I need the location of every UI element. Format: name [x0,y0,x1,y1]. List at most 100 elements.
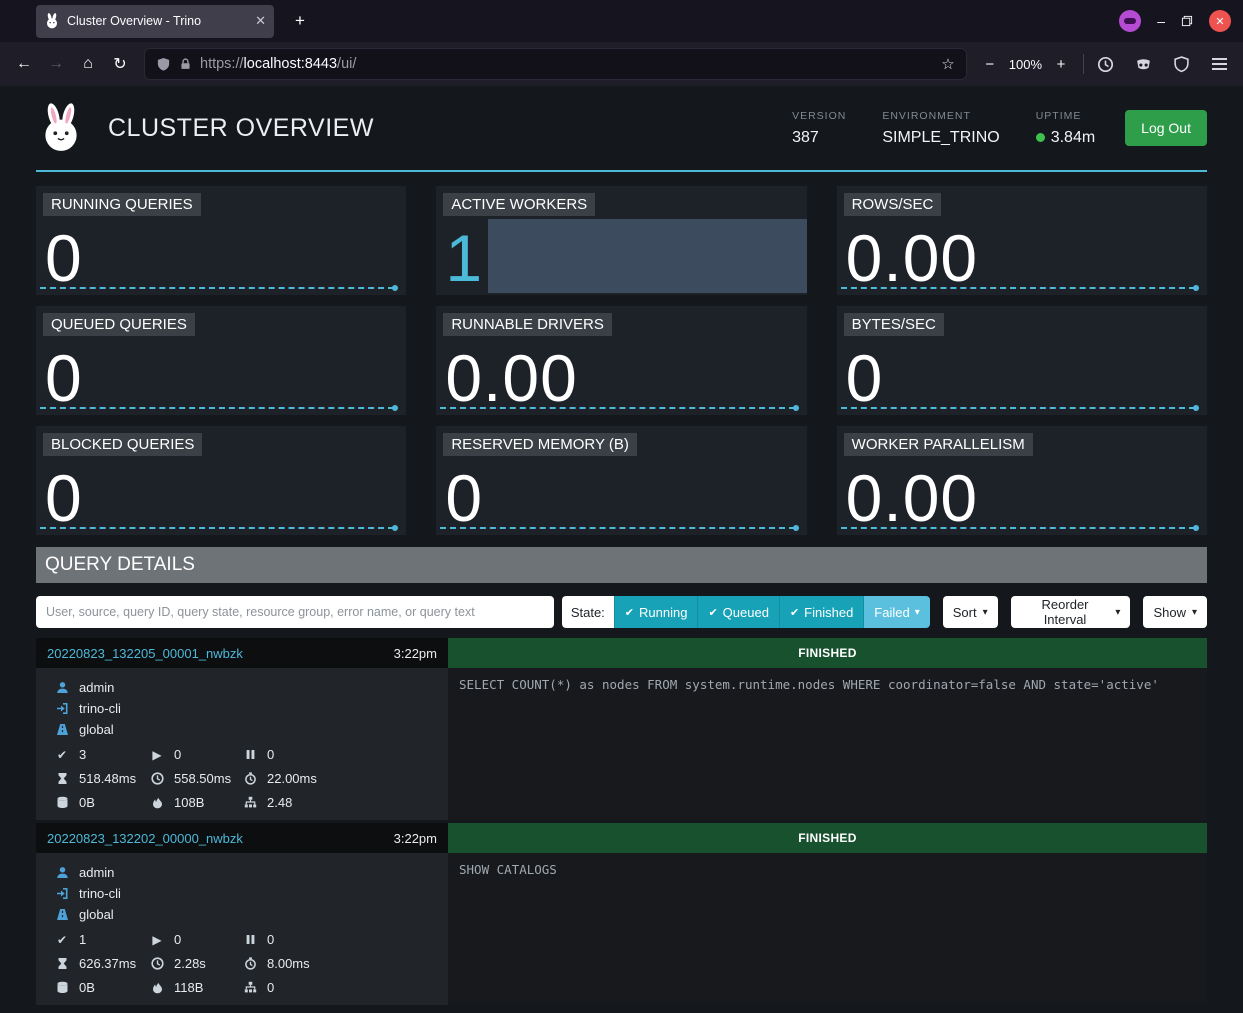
cpu-time: 22.00ms [267,771,317,786]
version-info: VERSION 387 [792,110,846,147]
history-icon[interactable] [1091,50,1119,78]
query-row-body: admin trino-cli global ✔3 ▶0 0 518.48ms … [36,668,1207,820]
stat-tile-worker-parallelism: WORKER PARALLELISM 0.00 [837,426,1207,535]
check-icon: ✔ [708,606,717,619]
query-time: 3:22pm [394,831,437,846]
stat-label: ACTIVE WORKERS [443,193,595,216]
stat-value: 0 [45,227,83,290]
filter-failed-dropdown[interactable]: Failed ▾ [863,596,929,628]
window-close-button[interactable]: ✕ [1209,10,1231,32]
stat-label: QUEUED QUERIES [43,313,195,336]
back-button[interactable]: ← [8,48,40,80]
elapsed-time-icon [54,772,70,785]
chevron-down-icon: ▾ [983,607,988,618]
query-id-link[interactable]: 20220823_132205_00001_nwbzk [47,646,243,661]
new-tab-button[interactable]: + [286,7,314,35]
sparkline [40,527,394,529]
extension-mask-icon[interactable] [1129,50,1157,78]
query-status-badge: FINISHED [448,823,1207,853]
logout-button[interactable]: Log Out [1125,110,1207,146]
environment-info: ENVIRONMENT SIMPLE_TRINO [882,110,999,147]
user-icon [54,866,70,879]
running-splits: 0 [174,747,181,762]
trino-cluster-overview-page: CLUSTER OVERVIEW VERSION 387 ENVIRONMENT… [0,86,1243,1013]
sparkline [40,407,394,409]
query-id-link[interactable]: 20220823_132202_00000_nwbzk [47,831,243,846]
running-splits: 0 [174,932,181,947]
uptime-status-dot [1036,133,1045,142]
uptime-info: UPTIME 3.84m [1036,110,1095,147]
stat-tile-active-workers: ACTIVE WORKERS 1 [436,186,806,295]
zoom-in-button[interactable]: + [1050,53,1072,75]
uptime-value: 3.84m [1051,129,1095,147]
cumulative-memory-icon [242,796,258,809]
shield-icon [156,57,171,72]
extension-badge-icon[interactable] [1119,10,1141,32]
query-source: trino-cli [79,886,121,901]
stat-label: BLOCKED QUERIES [43,433,202,456]
zoom-out-button[interactable]: − [979,53,1001,75]
stat-value: 0 [45,467,83,530]
reorder-interval-dropdown[interactable]: Reorder Interval ▾ [1011,596,1131,628]
query-row-header: 20220823_132205_00001_nwbzk 3:22pm FINIS… [36,638,1207,668]
stat-value: 1 [445,227,483,290]
stat-label: BYTES/SEC [844,313,944,336]
reload-button[interactable]: ↻ [104,48,136,80]
chevron-down-icon: ▾ [1115,607,1120,618]
query-sql-panel: SHOW CATALOGS [448,853,1207,1005]
forward-button: → [40,48,72,80]
url-text: https://localhost:8443/ui/ [200,56,356,72]
browser-nav-bar: ← → ⌂ ↻ https://localhost:8443/ui/ ☆ − 1… [0,42,1243,86]
total-time: 2.28s [174,956,206,971]
cumulative-memory-icon [242,981,258,994]
query-time: 3:22pm [394,646,437,661]
cpu-time-icon [242,772,258,785]
trino-favicon-icon [44,13,60,29]
stat-tile-runnable-drivers: RUNNABLE DRIVERS 0.00 [436,306,806,415]
bookmark-star-icon[interactable]: ☆ [941,55,954,73]
stat-value: 0 [846,347,884,410]
query-search-input[interactable] [36,596,554,628]
window-minimize-button[interactable]: – [1157,13,1165,29]
sparkline [440,527,794,529]
trino-logo-icon [36,103,86,153]
peak-memory-icon [149,796,165,809]
sparkline [40,287,394,289]
filter-finished-button[interactable]: ✔ Finished [779,596,863,628]
total-time: 558.50ms [174,771,231,786]
stat-label: RESERVED MEMORY (B) [443,433,637,456]
version-value: 387 [792,129,846,147]
url-bar[interactable]: https://localhost:8443/ui/ ☆ [144,48,967,80]
window-restore-button[interactable] [1181,15,1193,27]
sparkline [841,407,1195,409]
environment-value: SIMPLE_TRINO [882,129,999,147]
tab-close-icon[interactable]: ✕ [255,13,266,29]
stat-value: 0.00 [846,227,978,290]
chevron-down-icon: ▾ [1192,607,1197,618]
environment-label: ENVIRONMENT [882,110,999,122]
stat-tile-rows-sec: ROWS/SEC 0.00 [837,186,1207,295]
home-button[interactable]: ⌂ [72,48,104,80]
current-memory: 0B [79,980,95,995]
browser-tab[interactable]: Cluster Overview - Trino ✕ [36,5,274,38]
show-dropdown[interactable]: Show ▾ [1143,596,1207,628]
privacy-shield-icon[interactable] [1167,50,1195,78]
sort-dropdown[interactable]: Sort ▾ [943,596,998,628]
filter-queued-button[interactable]: ✔ Queued [697,596,778,628]
query-row-header: 20220823_132202_00000_nwbzk 3:22pm FINIS… [36,823,1207,853]
filter-running-button[interactable]: ✔ Running [614,596,698,628]
query-details-header: QUERY DETAILS [36,547,1207,583]
completed-splits: 3 [79,747,86,762]
uptime-label: UPTIME [1036,110,1095,122]
user-icon [54,681,70,694]
stat-label: RUNNING QUERIES [43,193,201,216]
page-title: CLUSTER OVERVIEW [108,114,374,143]
zoom-level: 100% [1009,57,1042,72]
stat-label: ROWS/SEC [844,193,942,216]
query-resource-group: global [79,722,114,737]
menu-icon[interactable] [1205,50,1233,78]
peak-memory-icon [149,981,165,994]
cpu-time: 8.00ms [267,956,310,971]
browser-tab-bar: Cluster Overview - Trino ✕ + – ✕ [0,0,1243,42]
peak-memory: 118B [174,980,203,995]
